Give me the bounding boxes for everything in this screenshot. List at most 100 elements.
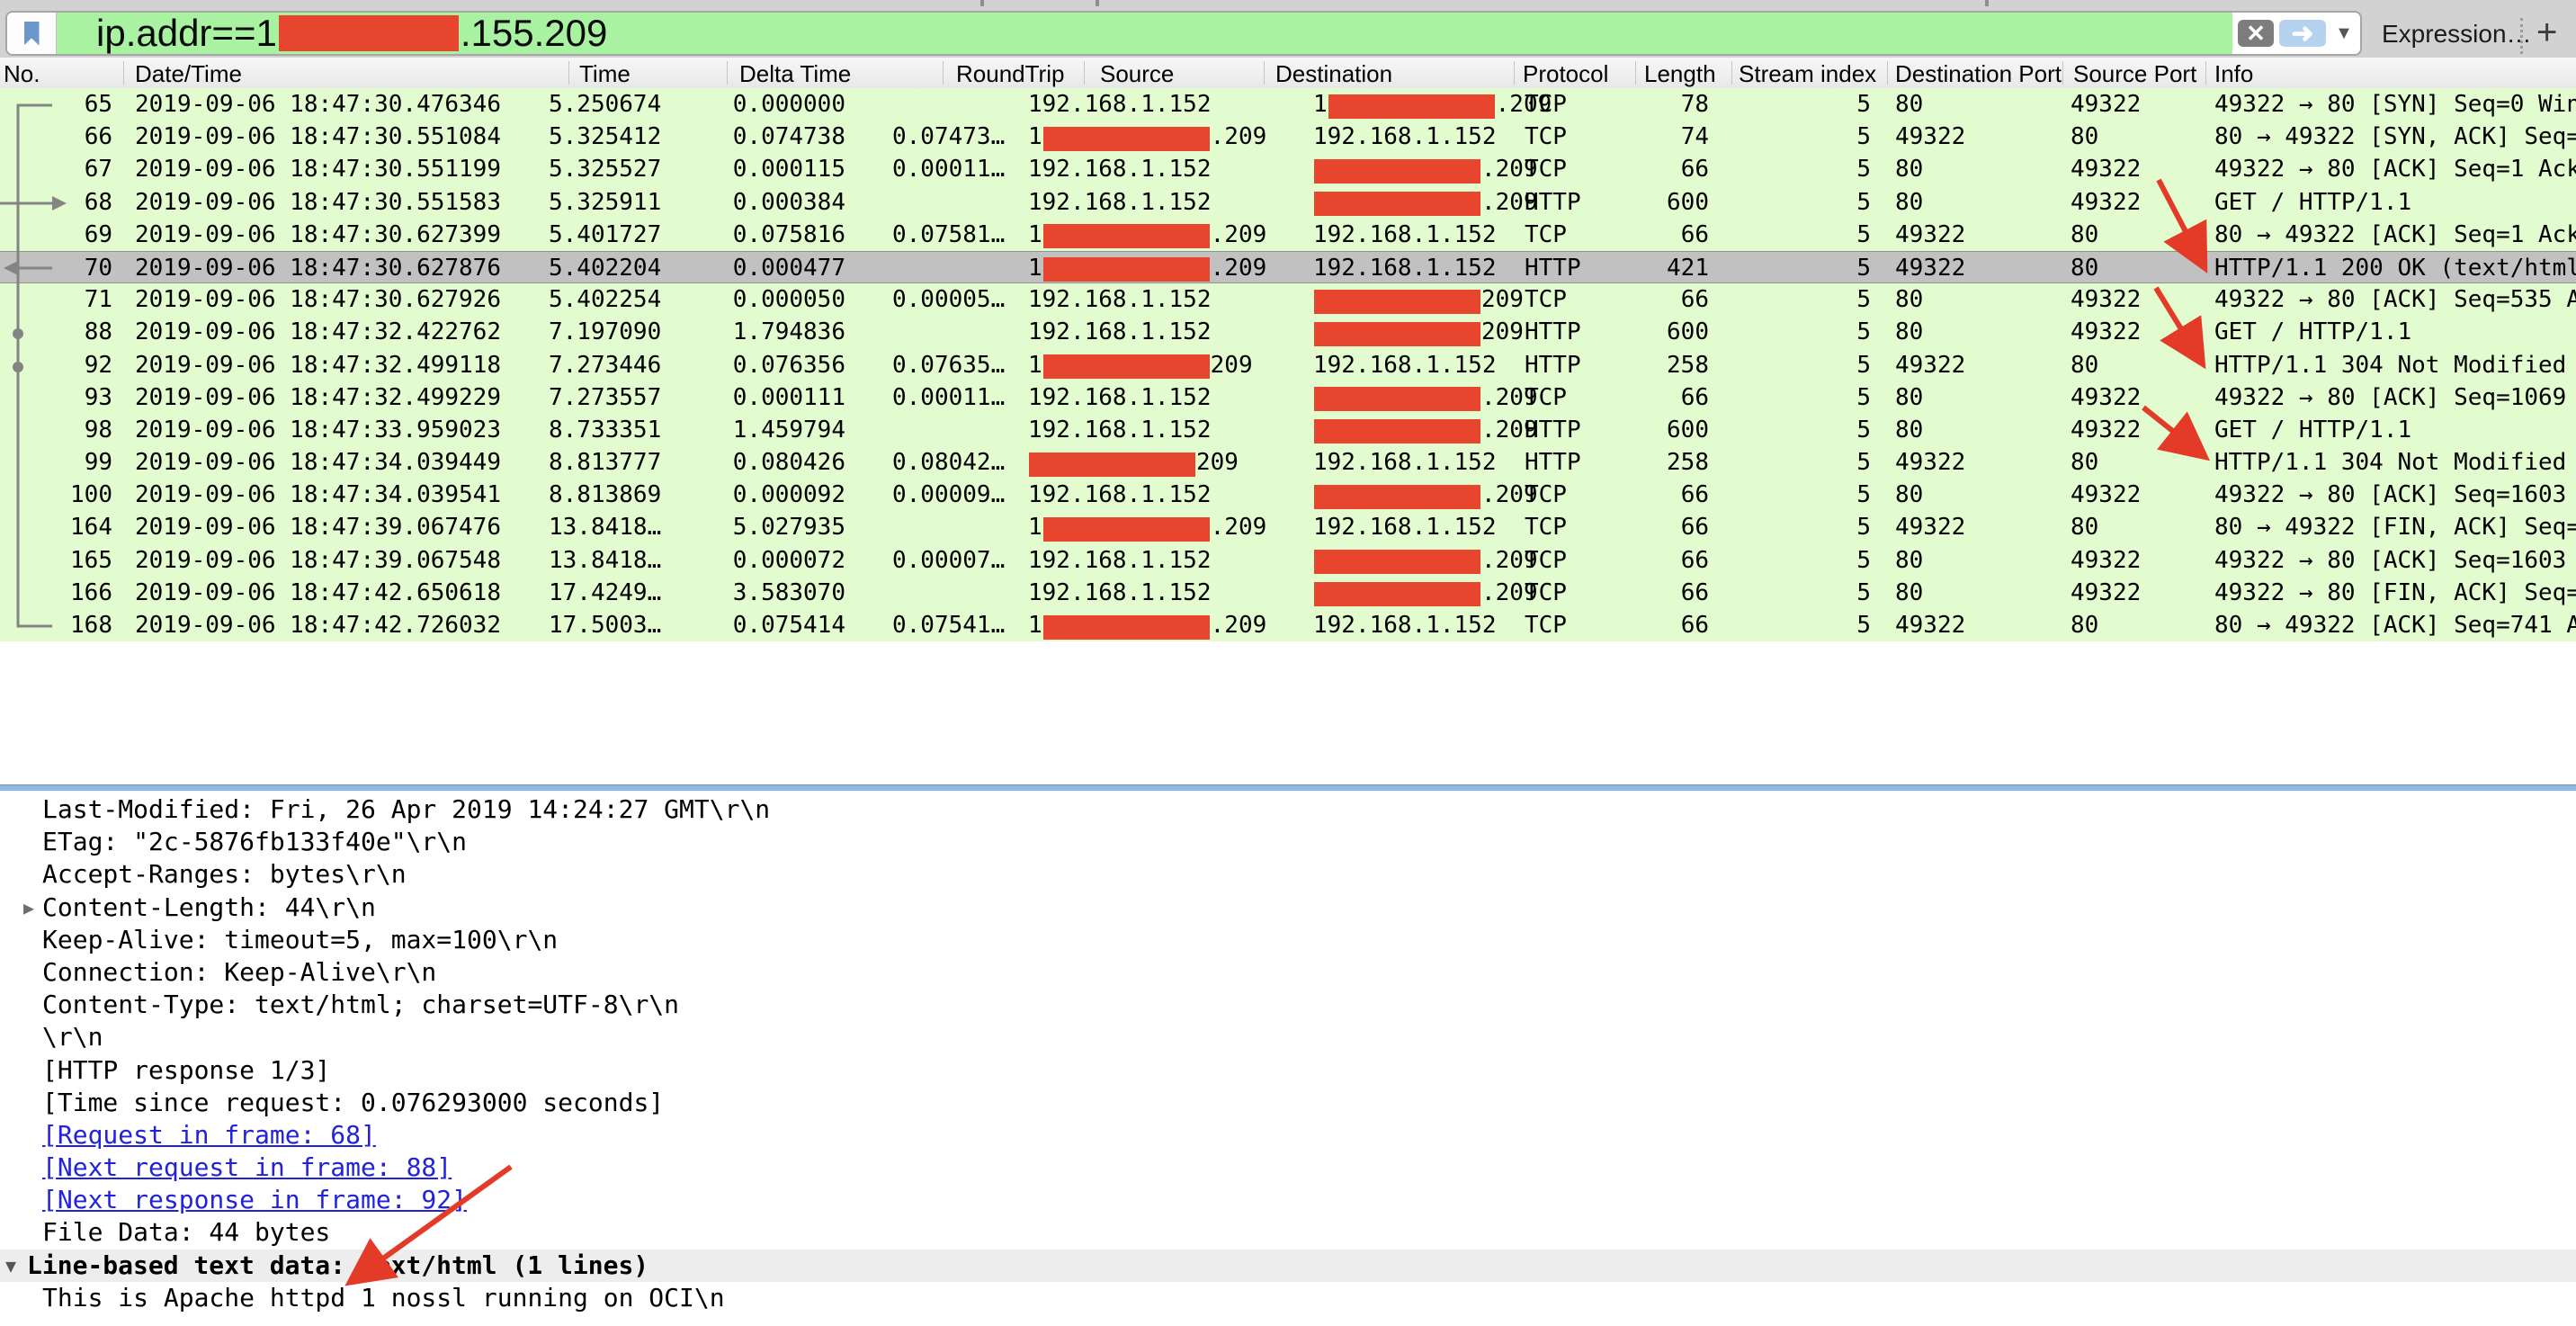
cell: 7.273557 bbox=[549, 384, 661, 411]
packet-row-67[interactable]: 672019-09-06 18:47:30.5511995.3255270.00… bbox=[0, 153, 2576, 185]
column-header-destination[interactable]: Destination bbox=[1275, 60, 1392, 88]
column-header-info[interactable]: Info bbox=[2214, 60, 2253, 88]
cell: 66 bbox=[1601, 514, 1709, 541]
packet-row-69[interactable]: 692019-09-06 18:47:30.6273995.4017270.07… bbox=[0, 219, 2576, 251]
packet-row-88[interactable]: 882019-09-06 18:47:32.4227627.1970901.79… bbox=[0, 316, 2576, 348]
detail-link-line[interactable]: [Next response in frame: 92] bbox=[0, 1184, 2576, 1216]
cell: HTTP bbox=[1525, 189, 1581, 216]
pane-splitter[interactable] bbox=[0, 784, 2576, 791]
packet-row-165[interactable]: 1652019-09-06 18:47:39.06754813.8418…0.0… bbox=[0, 544, 2576, 577]
column-header-date-time[interactable]: Date/Time bbox=[135, 60, 242, 88]
column-separator[interactable] bbox=[568, 61, 569, 85]
collapse-arrow-icon[interactable]: ▼ bbox=[5, 1250, 16, 1282]
column-header-length[interactable]: Length bbox=[1644, 60, 1716, 88]
column-separator[interactable] bbox=[943, 61, 944, 85]
column-separator[interactable] bbox=[1887, 61, 1888, 85]
display-filter-field[interactable]: ip.addr==1.155.209 ✕ ➜ ▼ bbox=[5, 11, 2362, 56]
detail-line[interactable]: \r\n bbox=[0, 1021, 2576, 1053]
packet-row-98[interactable]: 982019-09-06 18:47:33.9590238.7333511.45… bbox=[0, 414, 2576, 446]
packet-row-164[interactable]: 1642019-09-06 18:47:39.06747613.8418…5.0… bbox=[0, 511, 2576, 543]
expand-arrow-icon[interactable]: ▶ bbox=[23, 891, 34, 924]
cell: 49322 bbox=[2071, 156, 2141, 183]
filter-apply-button[interactable]: ➜ bbox=[2279, 20, 2326, 47]
cell: 0.000092 bbox=[711, 481, 845, 508]
column-separator[interactable] bbox=[1731, 61, 1732, 85]
filter-input[interactable]: ip.addr==1.155.209 bbox=[57, 13, 2232, 54]
packet-row-99[interactable]: 992019-09-06 18:47:34.0394498.8137770.08… bbox=[0, 446, 2576, 479]
cell: 5 bbox=[1808, 449, 1871, 476]
cell: 80 → 49322 [ACK] Seq=741 Ack… bbox=[2214, 612, 2576, 639]
cell: TCP bbox=[1525, 579, 1567, 606]
cell: 1.209 bbox=[1028, 612, 1298, 640]
column-header-roundtrip[interactable]: RoundTrip bbox=[956, 60, 1064, 88]
filter-bookmark-button[interactable] bbox=[7, 13, 57, 54]
packet-row-68[interactable]: 682019-09-06 18:47:30.5515835.3259110.00… bbox=[0, 186, 2576, 219]
cell: 5.250674 bbox=[549, 91, 661, 118]
column-header-delta-time[interactable]: Delta Time bbox=[739, 60, 851, 88]
cell: 2019-09-06 18:47:30.476346 bbox=[135, 91, 501, 118]
cell: 99 bbox=[0, 449, 112, 476]
column-separator[interactable] bbox=[1264, 61, 1265, 85]
column-separator[interactable] bbox=[2205, 61, 2206, 85]
cell: 0.080426 bbox=[711, 449, 845, 476]
close-icon: ✕ bbox=[2246, 20, 2266, 48]
detail-link-line[interactable]: [Next request in frame: 88] bbox=[0, 1151, 2576, 1184]
detail-line[interactable]: Accept-Ranges: bytes\r\n bbox=[0, 858, 2576, 891]
cell: 80 bbox=[2071, 221, 2098, 248]
column-separator[interactable] bbox=[1635, 61, 1636, 85]
column-header-source-port[interactable]: Source Port bbox=[2073, 60, 2196, 88]
column-separator[interactable] bbox=[1084, 61, 1085, 85]
packet-row-100[interactable]: 1002019-09-06 18:47:34.0395418.8138690.0… bbox=[0, 479, 2576, 511]
packet-row-71[interactable]: 712019-09-06 18:47:30.6279265.4022540.00… bbox=[0, 283, 2576, 316]
packet-row-65[interactable]: 652019-09-06 18:47:30.4763465.2506740.00… bbox=[0, 88, 2576, 121]
packet-row-66[interactable]: 662019-09-06 18:47:30.5510845.3254120.07… bbox=[0, 121, 2576, 153]
column-separator[interactable] bbox=[2062, 61, 2063, 85]
detail-line[interactable]: Keep-Alive: timeout=5, max=100\r\n bbox=[0, 924, 2576, 956]
redaction-box bbox=[279, 15, 459, 51]
expression-button[interactable]: Expression… bbox=[2382, 20, 2532, 49]
packet-row-166[interactable]: 1662019-09-06 18:47:42.65061817.4249…3.5… bbox=[0, 577, 2576, 609]
detail-line[interactable]: [HTTP response 1/3] bbox=[0, 1054, 2576, 1087]
cell: 49322 bbox=[2071, 91, 2141, 118]
cell: 0.07635… bbox=[892, 352, 1005, 379]
redaction-box bbox=[1029, 452, 1195, 477]
detail-highlight-line[interactable]: ▼Line-based text data: text/html (1 line… bbox=[0, 1250, 2576, 1282]
cell: 49322 → 80 [ACK] Seq=1069 Ac… bbox=[2214, 384, 2576, 411]
toolbar-separator bbox=[2520, 18, 2523, 54]
detail-line[interactable]: File Data: 44 bytes bbox=[0, 1216, 2576, 1249]
cell: 192.168.1.152 bbox=[1028, 547, 1298, 574]
column-header-protocol[interactable]: Protocol bbox=[1523, 60, 1608, 88]
cell: 8.813869 bbox=[549, 481, 661, 508]
filter-clear-button[interactable]: ✕ bbox=[2238, 20, 2274, 47]
detail-line[interactable]: Last-Modified: Fri, 26 Apr 2019 14:24:27… bbox=[0, 793, 2576, 826]
arrow-right-icon: ➜ bbox=[2291, 18, 2313, 49]
cell: 49322 bbox=[1895, 255, 1965, 282]
detail-line[interactable]: Content-Type: text/html; charset=UTF-8\r… bbox=[0, 989, 2576, 1021]
detail-line[interactable]: Connection: Keep-Alive\r\n bbox=[0, 956, 2576, 989]
detail-link-line[interactable]: [Request in frame: 68] bbox=[0, 1119, 2576, 1151]
redaction-box bbox=[1314, 159, 1480, 184]
column-header-no-[interactable]: No. bbox=[4, 60, 40, 88]
cell: 1.209 bbox=[1028, 221, 1298, 249]
column-header-stream-index[interactable]: Stream index bbox=[1739, 60, 1876, 88]
detail-line[interactable]: This is Apache httpd 1 nossl running on … bbox=[0, 1282, 2576, 1314]
column-header-time[interactable]: Time bbox=[579, 60, 631, 88]
add-filter-button[interactable]: + bbox=[2536, 13, 2557, 53]
packet-row-92[interactable]: 922019-09-06 18:47:32.4991187.2734460.07… bbox=[0, 349, 2576, 381]
packet-row-168[interactable]: 1682019-09-06 18:47:42.72603217.5003…0.0… bbox=[0, 609, 2576, 641]
packet-row-93[interactable]: 932019-09-06 18:47:32.4992297.2735570.00… bbox=[0, 381, 2576, 414]
column-separator[interactable] bbox=[123, 61, 124, 85]
packet-row-70[interactable]: 702019-09-06 18:47:30.6278765.4022040.00… bbox=[0, 251, 2576, 283]
detail-line[interactable]: ▶Content-Length: 44\r\n bbox=[0, 891, 2576, 924]
column-header-destination-port[interactable]: Destination Port bbox=[1895, 60, 2062, 88]
cell: 2019-09-06 18:47:39.067548 bbox=[135, 547, 501, 574]
column-header-source[interactable]: Source bbox=[1100, 60, 1174, 88]
column-separator[interactable] bbox=[727, 61, 728, 85]
filter-dropdown-caret[interactable]: ▼ bbox=[2328, 13, 2360, 54]
detail-line[interactable]: ETag: "2c-5876fb133f40e"\r\n bbox=[0, 826, 2576, 858]
cell: 80 bbox=[1895, 579, 1923, 606]
column-separator[interactable] bbox=[1514, 61, 1515, 85]
detail-line[interactable]: [Time since request: 0.076293000 seconds… bbox=[0, 1087, 2576, 1119]
cell: 80 bbox=[1895, 384, 1923, 411]
cell: 17.5003… bbox=[549, 612, 661, 639]
